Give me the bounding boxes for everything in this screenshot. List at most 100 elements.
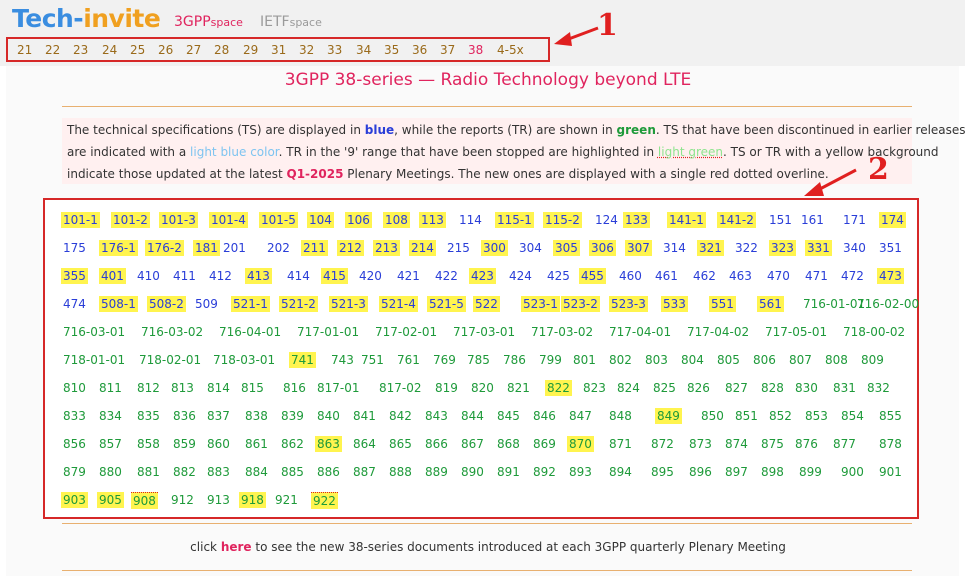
series-tab-31[interactable]: 31 <box>271 43 286 57</box>
spec-link-718-02-01[interactable]: 718-02-01 <box>137 352 203 368</box>
spec-link-108[interactable]: 108 <box>383 212 410 228</box>
spec-link-322[interactable]: 322 <box>733 240 760 256</box>
spec-link-908[interactable]: 908 <box>131 492 158 509</box>
spec-link-521-3[interactable]: 521-3 <box>329 296 368 312</box>
spec-link-305[interactable]: 305 <box>553 240 580 256</box>
spec-link-718-03-01[interactable]: 718-03-01 <box>211 352 277 368</box>
spec-link-133[interactable]: 133 <box>623 212 650 228</box>
spec-link-471[interactable]: 471 <box>803 268 830 284</box>
spec-link-472[interactable]: 472 <box>839 268 866 284</box>
spec-link-521-1[interactable]: 521-1 <box>231 296 270 312</box>
series-tab-4-5x[interactable]: 4-5x <box>497 43 524 57</box>
spec-link-874[interactable]: 874 <box>723 436 750 452</box>
series-tab-21[interactable]: 21 <box>17 43 32 57</box>
spec-link-896[interactable]: 896 <box>687 464 714 480</box>
spec-link-716-02-00[interactable]: 716-02-00 <box>855 296 921 312</box>
spec-link-785[interactable]: 785 <box>465 352 492 368</box>
spec-link-858[interactable]: 858 <box>135 436 162 452</box>
spec-link-878[interactable]: 878 <box>877 436 904 452</box>
spec-link-807[interactable]: 807 <box>787 352 814 368</box>
spec-link-846[interactable]: 846 <box>531 408 558 424</box>
spec-link-821[interactable]: 821 <box>505 380 532 396</box>
spec-link-410[interactable]: 410 <box>135 268 162 284</box>
spec-link-141-1[interactable]: 141-1 <box>667 212 706 228</box>
spec-link-872[interactable]: 872 <box>649 436 676 452</box>
series-tab-24[interactable]: 24 <box>102 43 117 57</box>
spec-link-837[interactable]: 837 <box>205 408 232 424</box>
spec-link-862[interactable]: 862 <box>279 436 306 452</box>
spec-link-307[interactable]: 307 <box>625 240 652 256</box>
spec-link-805[interactable]: 805 <box>715 352 742 368</box>
spec-link-717-05-01[interactable]: 717-05-01 <box>763 324 829 340</box>
spec-link-215[interactable]: 215 <box>445 240 472 256</box>
spec-link-921[interactable]: 921 <box>273 492 300 508</box>
spec-link-214[interactable]: 214 <box>409 240 436 256</box>
spec-link-891[interactable]: 891 <box>495 464 522 480</box>
spec-link-861[interactable]: 861 <box>243 436 270 452</box>
nav-ietf-link[interactable]: IETFspace <box>260 14 322 30</box>
spec-link-882[interactable]: 882 <box>171 464 198 480</box>
series-tab-38[interactable]: 38 <box>468 43 483 57</box>
spec-link-893[interactable]: 893 <box>567 464 594 480</box>
spec-link-521-2[interactable]: 521-2 <box>279 296 318 312</box>
series-tab-36[interactable]: 36 <box>412 43 427 57</box>
spec-link-863[interactable]: 863 <box>315 436 342 452</box>
spec-link-717-03-02[interactable]: 717-03-02 <box>529 324 595 340</box>
spec-link-840[interactable]: 840 <box>315 408 342 424</box>
spec-link-462[interactable]: 462 <box>691 268 718 284</box>
spec-link-717-03-01[interactable]: 717-03-01 <box>451 324 517 340</box>
spec-link-814[interactable]: 814 <box>205 380 232 396</box>
series-tab-35[interactable]: 35 <box>384 43 399 57</box>
spec-link-853[interactable]: 853 <box>803 408 830 424</box>
spec-link-799[interactable]: 799 <box>537 352 564 368</box>
spec-link-411[interactable]: 411 <box>171 268 198 284</box>
spec-link-213[interactable]: 213 <box>373 240 400 256</box>
spec-link-828[interactable]: 828 <box>759 380 786 396</box>
spec-link-809[interactable]: 809 <box>859 352 886 368</box>
series-tab-26[interactable]: 26 <box>158 43 173 57</box>
spec-link-845[interactable]: 845 <box>495 408 522 424</box>
spec-link-877[interactable]: 877 <box>831 436 858 452</box>
spec-link-889[interactable]: 889 <box>423 464 450 480</box>
spec-link-473[interactable]: 473 <box>877 268 904 284</box>
spec-link-161[interactable]: 161 <box>799 212 826 228</box>
spec-link-115-1[interactable]: 115-1 <box>495 212 534 228</box>
site-logo[interactable]: Tech-invite <box>12 4 161 33</box>
spec-link-786[interactable]: 786 <box>501 352 528 368</box>
spec-link-306[interactable]: 306 <box>589 240 616 256</box>
spec-link-718-00-02[interactable]: 718-00-02 <box>841 324 907 340</box>
series-tab-37[interactable]: 37 <box>440 43 455 57</box>
spec-link-843[interactable]: 843 <box>423 408 450 424</box>
spec-link-114[interactable]: 114 <box>457 212 484 228</box>
spec-link-304[interactable]: 304 <box>517 240 544 256</box>
spec-link-873[interactable]: 873 <box>687 436 714 452</box>
spec-link-831[interactable]: 831 <box>831 380 858 396</box>
spec-link-751[interactable]: 751 <box>359 352 386 368</box>
spec-link-824[interactable]: 824 <box>615 380 642 396</box>
spec-link-888[interactable]: 888 <box>387 464 414 480</box>
spec-link-401[interactable]: 401 <box>99 268 126 284</box>
spec-link-890[interactable]: 890 <box>459 464 486 480</box>
spec-link-836[interactable]: 836 <box>171 408 198 424</box>
spec-link-892[interactable]: 892 <box>531 464 558 480</box>
spec-link-895[interactable]: 895 <box>649 464 676 480</box>
spec-link-718-01-01[interactable]: 718-01-01 <box>61 352 127 368</box>
spec-link-522[interactable]: 522 <box>473 296 500 312</box>
spec-link-820[interactable]: 820 <box>469 380 496 396</box>
spec-link-717-04-02[interactable]: 717-04-02 <box>685 324 751 340</box>
spec-link-894[interactable]: 894 <box>607 464 634 480</box>
spec-link-741[interactable]: 741 <box>289 352 316 368</box>
spec-link-826[interactable]: 826 <box>685 380 712 396</box>
spec-link-414[interactable]: 414 <box>285 268 312 284</box>
series-tab-25[interactable]: 25 <box>130 43 145 57</box>
spec-link-716-04-01[interactable]: 716-04-01 <box>217 324 283 340</box>
spec-link-424[interactable]: 424 <box>507 268 534 284</box>
spec-link-323[interactable]: 323 <box>769 240 796 256</box>
spec-link-844[interactable]: 844 <box>459 408 486 424</box>
spec-link-851[interactable]: 851 <box>733 408 760 424</box>
spec-link-743[interactable]: 743 <box>329 352 356 368</box>
spec-link-870[interactable]: 870 <box>567 436 594 452</box>
series-tab-33[interactable]: 33 <box>327 43 342 57</box>
spec-link-174[interactable]: 174 <box>879 212 906 228</box>
spec-link-508-2[interactable]: 508-2 <box>147 296 186 312</box>
